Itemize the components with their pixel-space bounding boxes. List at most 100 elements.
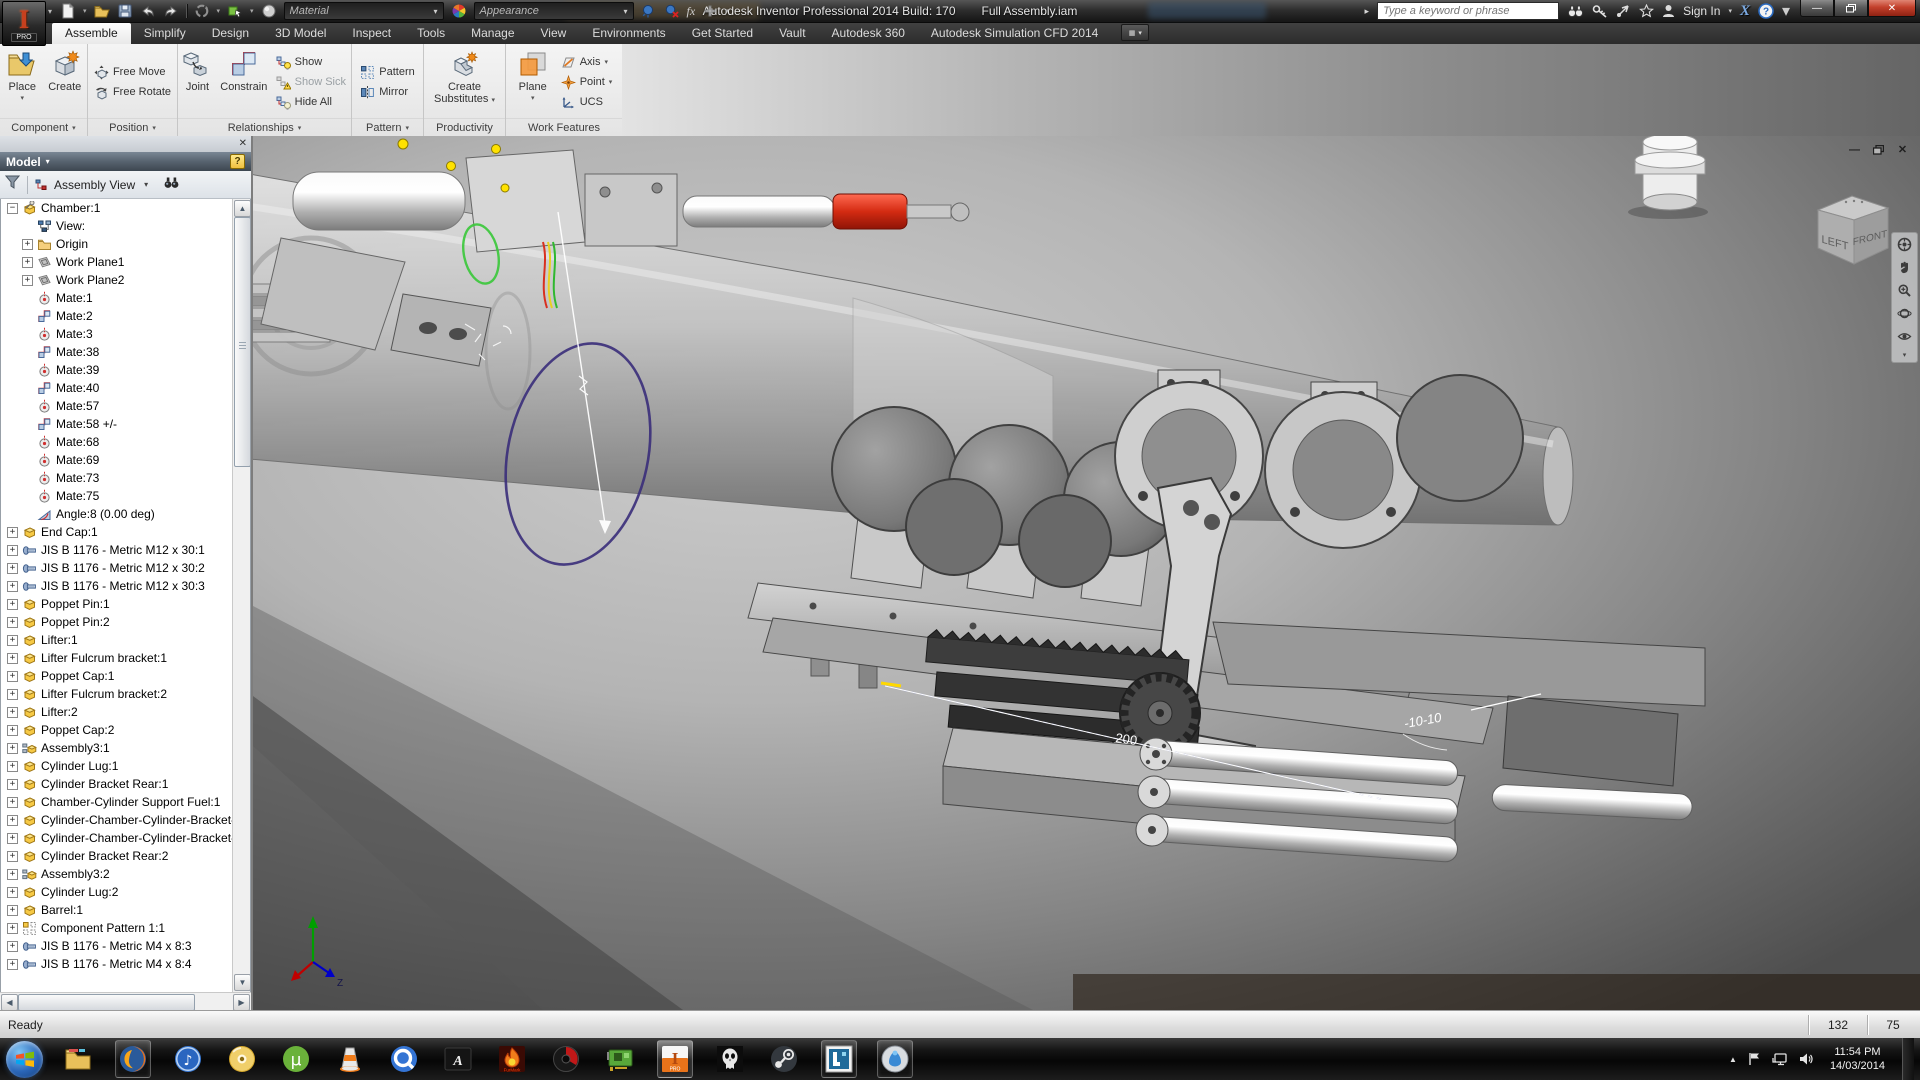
update-icon[interactable] [194,3,210,19]
select-icon[interactable] [227,3,243,19]
tab-autodesk-simulation-cfd-2014[interactable]: Autodesk Simulation CFD 2014 [918,23,1111,44]
place-dropdown-arrow[interactable]: ▾ [20,94,24,102]
tree-item[interactable]: +Poppet Pin:1 [1,595,233,613]
tab-design[interactable]: Design [199,23,262,44]
tree-horizontal-scrollbar[interactable]: ◀ ▶ [0,992,251,1010]
axis-dropdown[interactable]: ▾ [604,58,608,66]
tree-item[interactable]: +Origin [1,235,233,253]
expand-toggle-icon[interactable]: + [7,527,18,538]
free-move-button[interactable]: Free Move [90,63,175,82]
taskbar-explorer-icon[interactable] [61,1041,95,1077]
close-button[interactable]: ✕ [1868,0,1916,17]
tree-item[interactable]: +JIS B 1176 - Metric M12 x 30:2 [1,559,233,577]
free-rotate-button[interactable]: Free Rotate [90,83,175,102]
expand-toggle-icon[interactable]: + [7,941,18,952]
expand-toggle-icon[interactable]: + [7,617,18,628]
tree-item[interactable]: +JIS B 1176 - Metric M12 x 30:3 [1,577,233,595]
help-search-input[interactable] [1377,2,1559,20]
doc-minimize-button[interactable]: — [1847,143,1862,156]
taskbar-itunes-icon[interactable]: ♪ [171,1041,205,1077]
show-sick-button[interactable]: Show Sick [272,73,350,92]
taskbar-utorrent-icon[interactable]: µ [279,1041,313,1077]
guide-shaft[interactable] [1136,738,1458,863]
joint-button[interactable]: Joint [179,46,216,118]
zoom-icon[interactable] [1896,282,1913,299]
pattern-button[interactable]: Pattern [356,63,418,82]
right-shaft[interactable] [1492,784,1693,820]
tree-item[interactable]: Mate:3 [1,325,233,343]
select-dropdown[interactable]: ▾ [250,7,254,15]
create-substitutes-dropdown[interactable]: ▾ [491,97,495,104]
sign-in-button[interactable]: Sign In [1683,4,1720,18]
vertical-scrollbar-thumb[interactable] [234,217,251,467]
horizontal-scrollbar-thumb[interactable] [18,994,195,1011]
taskbar-afterburner-icon[interactable] [549,1041,583,1077]
add-qat-icon[interactable] [702,3,718,19]
browser-close-icon[interactable]: ✕ [239,139,247,149]
pan-hand-icon[interactable] [1896,259,1913,276]
expand-toggle-icon[interactable]: + [7,599,18,610]
material-combo[interactable]: Material▾ [284,2,444,20]
plane-button[interactable]: Plane ▾ [512,46,554,118]
ribbon-display-toggle[interactable]: ▦▾ [1121,24,1149,41]
expand-toggle-icon[interactable]: + [7,707,18,718]
tree-item[interactable]: +Lifter Fulcrum bracket:1 [1,649,233,667]
tab-inspect[interactable]: Inspect [339,23,404,44]
taskbar-steam-icon[interactable] [767,1041,801,1077]
tree-item[interactable]: +Cylinder Bracket Rear:1 [1,775,233,793]
expand-toggle-icon[interactable]: + [7,923,18,934]
redo-icon[interactable] [163,3,179,19]
scroll-right-arrow[interactable]: ▶ [233,994,250,1011]
open-file-icon[interactable] [94,3,110,19]
expand-toggle-icon[interactable]: + [7,815,18,826]
axis-button[interactable]: Axis▾ [557,53,617,72]
assembly-view-selector[interactable]: Assembly View ▾ [35,178,148,192]
search-expand-arrow[interactable]: ▸ [1365,6,1370,17]
tree-item[interactable]: +Component Pattern 1:1 [1,919,233,937]
search-binoculars-icon[interactable] [1567,4,1584,18]
tree-item[interactable]: +Cylinder Lug:2 [1,883,233,901]
browser-header-dropdown[interactable]: ▾ [46,157,50,166]
tree-item[interactable]: Mate:39 [1,361,233,379]
rear-cylinder[interactable] [1397,375,1523,501]
tree-item[interactable]: Mate:2 [1,307,233,325]
expand-toggle-icon[interactable]: + [7,743,18,754]
mirror-button[interactable]: Mirror [356,83,418,102]
expand-toggle-icon[interactable]: + [7,725,18,736]
cylinder-drum-front[interactable] [1019,495,1111,587]
tree-item[interactable]: Mate:40 [1,379,233,397]
tree-item[interactable]: +Lifter Fulcrum bracket:2 [1,685,233,703]
application-menu-button[interactable]: I PRO [2,1,46,46]
expand-toggle-icon[interactable]: + [7,545,18,556]
doc-restore-button[interactable] [1871,143,1886,156]
tree-item[interactable]: +Work Plane1 [1,253,233,271]
taskbar-inventor-icon[interactable]: IPRO [657,1040,693,1078]
taskbar-gpuz-icon[interactable] [603,1041,637,1077]
place-button[interactable]: Place ▾ [1,46,44,118]
tree-item[interactable]: +Assembly3:2 [1,865,233,883]
restore-button[interactable] [1834,0,1868,17]
taskbar-clock[interactable]: 11:54 PM 14/03/2014 [1824,1045,1891,1073]
view-cube[interactable]: LEFT FRONT [1806,182,1898,274]
minimize-button[interactable]: — [1800,0,1834,17]
favorites-star-icon[interactable] [1639,4,1654,18]
scroll-up-arrow[interactable]: ▲ [234,200,251,217]
expand-toggle-icon[interactable]: + [7,635,18,646]
expand-toggle-icon[interactable]: + [7,905,18,916]
constrain-button[interactable]: Constrain [218,46,270,118]
red-piston[interactable] [833,194,907,229]
tree-item[interactable]: Mate:73 [1,469,233,487]
tree-item[interactable]: +Barrel:1 [1,901,233,919]
point-button[interactable]: Point▾ [557,73,617,92]
update-dropdown[interactable]: ▾ [217,7,221,15]
scroll-left-arrow[interactable]: ◀ [1,994,18,1011]
parameters-fx-icon[interactable]: fx [687,4,696,19]
save-icon[interactable] [117,3,133,19]
create-button[interactable]: Create [44,46,87,118]
tree-item[interactable]: +Lifter:2 [1,703,233,721]
tree-item[interactable]: Mate:75 [1,487,233,505]
exchange-apps-icon[interactable]: X [1740,3,1750,20]
material-sphere-icon[interactable] [261,3,277,19]
expand-toggle-icon[interactable]: + [7,563,18,574]
show-relationships-button[interactable]: Show [272,53,350,72]
